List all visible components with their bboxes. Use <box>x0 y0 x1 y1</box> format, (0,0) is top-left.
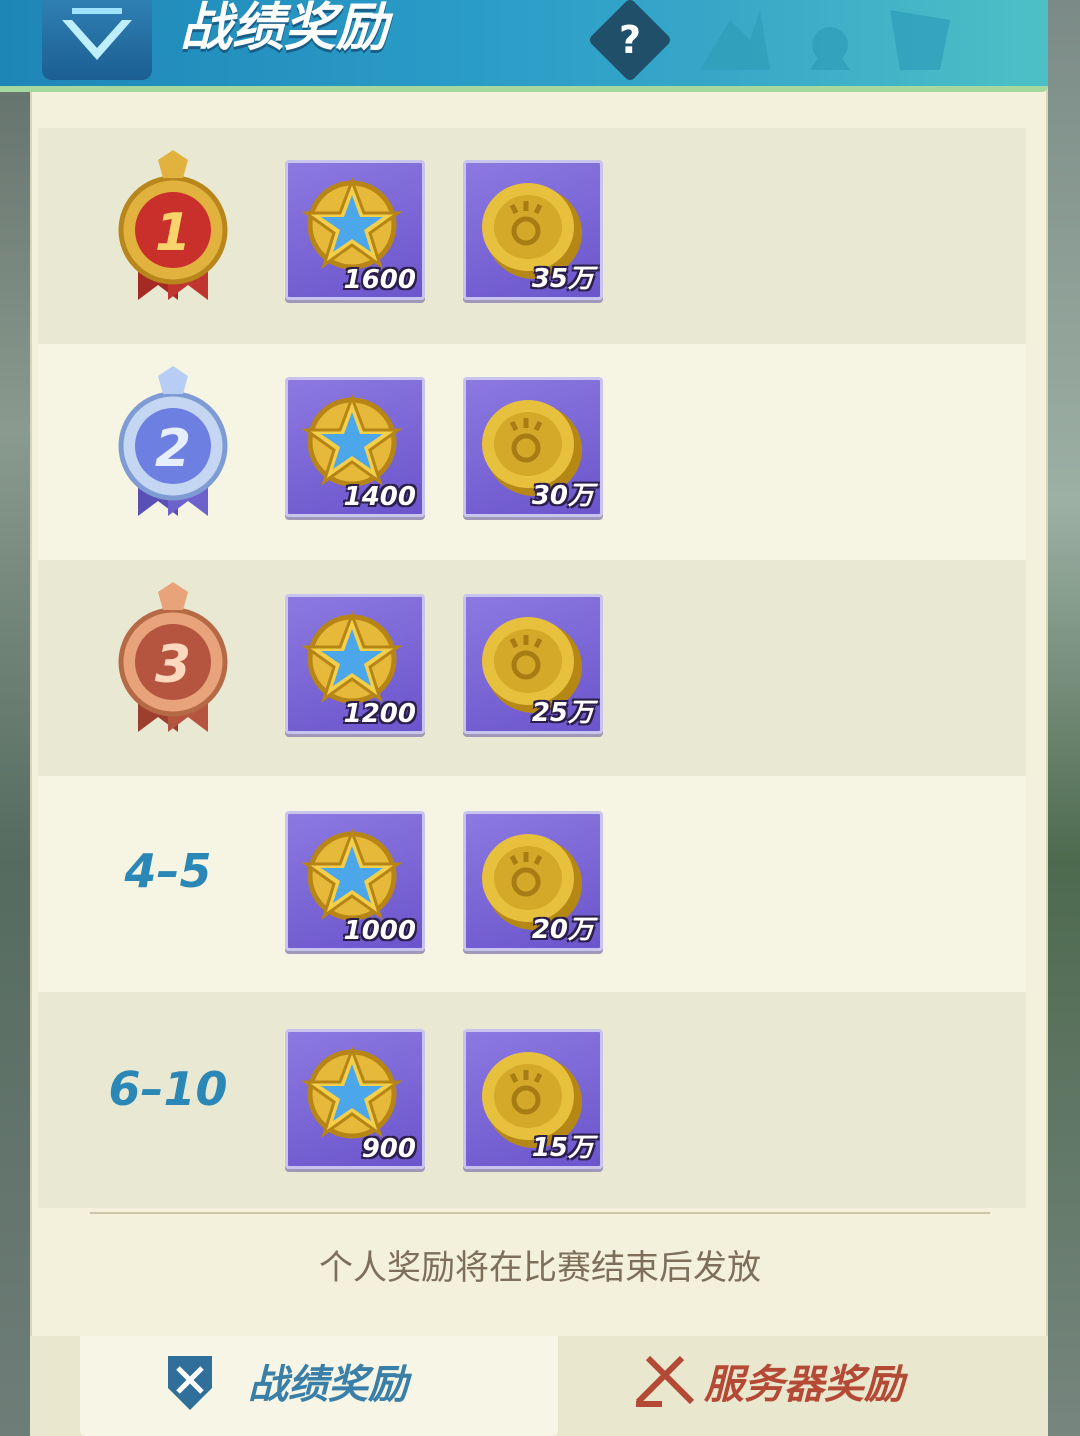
crossed-swords-icon <box>635 1355 695 1407</box>
reward-count: 1200 <box>343 699 416 729</box>
rank-row-4-5: 4–5 1000 20万 <box>38 776 1026 992</box>
reward-count: 20万 <box>531 915 594 945</box>
shield-crossed-swords-icon <box>168 1356 212 1410</box>
reward-item-coin[interactable]: 30万 <box>463 377 603 517</box>
page-title: 战绩奖励 <box>180 0 389 58</box>
reward-item-coin[interactable]: 20万 <box>463 811 603 951</box>
footer-note: 个人奖励将在比赛结束后发放 <box>319 1248 761 1288</box>
silver-medal-icon: 2 <box>118 366 228 516</box>
rank-row-6-10: 6–10 900 15万 <box>38 992 1026 1208</box>
header-decor-silhouettes-icon <box>700 10 950 70</box>
reward-item-star[interactable]: 1400 <box>285 377 425 517</box>
reward-count: 35万 <box>531 264 594 294</box>
reward-count: 1600 <box>343 265 416 295</box>
rank-row-3: 3 1200 25万 <box>38 560 1026 776</box>
bronze-medal-icon: 3 <box>118 582 228 732</box>
reward-item-star[interactable]: 1000 <box>285 811 425 951</box>
rank-row-2: 2 1400 30万 <box>38 344 1026 560</box>
gold-medal-icon: 1 <box>118 150 228 300</box>
reward-item-coin[interactable]: 35万 <box>463 160 603 300</box>
reward-count: 1400 <box>343 482 416 512</box>
reward-count: 30万 <box>531 481 594 511</box>
reward-item-star[interactable]: 900 <box>285 1029 425 1169</box>
divider <box>90 1212 990 1214</box>
rank-list: 1 1600 35万 2 1400 30万 3 1200 25万 4–5 100… <box>38 128 1026 1208</box>
reward-count: 25万 <box>531 698 594 728</box>
victory-emblem-icon <box>42 0 152 80</box>
help-icon[interactable]: ? <box>600 10 660 70</box>
tab-server-rewards-label[interactable]: 服务器奖励 <box>704 1352 904 1410</box>
reward-item-coin[interactable]: 25万 <box>463 594 603 734</box>
medal-number: 2 <box>155 419 191 479</box>
reward-count: 900 <box>361 1134 416 1164</box>
tab-record-rewards-label[interactable]: 战绩奖励 <box>248 1352 408 1410</box>
rank-range-label: 6–10 <box>108 1062 228 1116</box>
reward-item-coin[interactable]: 15万 <box>463 1029 603 1169</box>
reward-count: 1000 <box>343 916 416 946</box>
reward-count: 15万 <box>531 1133 594 1163</box>
medal-number: 1 <box>155 203 191 263</box>
rank-range-label: 4–5 <box>124 844 212 898</box>
medal-number: 3 <box>155 635 191 695</box>
header-bar: 战绩奖励 ? <box>0 0 1048 92</box>
reward-item-star[interactable]: 1200 <box>285 594 425 734</box>
rank-row-1: 1 1600 35万 <box>38 128 1026 344</box>
reward-item-star[interactable]: 1600 <box>285 160 425 300</box>
